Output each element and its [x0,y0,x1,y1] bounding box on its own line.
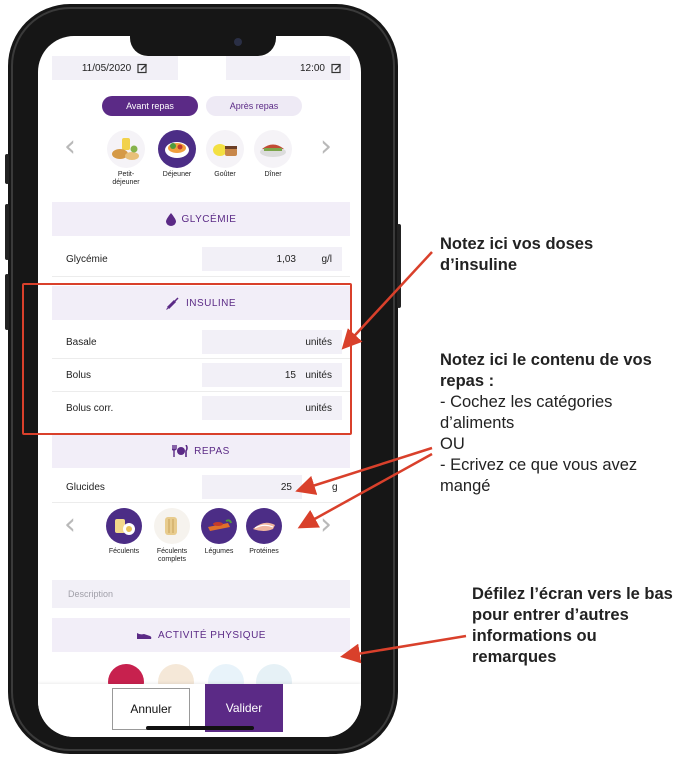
description-input[interactable]: Description [52,580,350,608]
glycemia-section-header: GLYCÉMIE [52,202,350,236]
cutlery-icon [172,445,188,457]
before-meal-tab[interactable]: Avant repas [102,96,198,116]
divider [52,502,350,503]
meal-lunch[interactable]: Déjeuner [155,130,199,179]
meal-section-header: REPAS [52,434,350,468]
meal-annotation-or: OU [440,435,465,453]
meal-label: Dîner [264,171,282,178]
meal-breakfast[interactable]: Petit- déjeuner [104,130,148,187]
date-value: 11/05/2020 [81,62,132,74]
home-indicator [146,726,254,730]
food-label: Protéines [249,548,279,555]
validate-button[interactable]: Valider [205,684,283,732]
glycemia-value: 1,03 [276,253,296,265]
food-label: Féculents [108,548,140,555]
chevron-right-icon[interactable]: › [320,132,332,162]
meal-label: Petit- déjeuner [112,171,140,186]
insulin-annotation: Notez ici vos doses d’insuline [440,235,594,274]
meal-annotation: Notez ici le contenu de vos repas : - Co… [440,350,678,497]
scroll-annotation: Défilez l’écran vers le bas pour entrer … [472,585,673,666]
lunch-icon [158,130,196,168]
food-starches[interactable]: Féculents [98,508,150,556]
time-value: 12:00 [299,62,325,74]
cancel-button[interactable]: Annuler [112,688,190,730]
glycemia-label: Glycémie [66,254,108,265]
meal-annotation-title: Notez ici le contenu de vos repas : [440,351,652,390]
volume-down-button [5,274,9,330]
volume-up-button [5,204,9,260]
dinner-icon [254,130,292,168]
food-label: Féculents complets [156,548,188,563]
glycemia-input[interactable]: 1,03 g/l [202,247,342,271]
meal-annotation-line1: - Cochez les catégories d’aliments [440,393,613,432]
meal-dinner[interactable]: Dîner [251,130,295,179]
mute-switch [5,154,9,184]
camera-icon [234,38,242,46]
insulin-highlight-box [22,283,352,435]
carbs-unit: g [332,482,338,493]
food-whole-starches[interactable]: Féculents complets [146,508,198,564]
edit-icon [331,63,341,73]
meal-label: Goûter [214,171,236,178]
time-field[interactable]: 12:00 [226,56,350,80]
glycemia-unit: g/l [321,253,332,265]
chevron-right-icon[interactable]: › [320,510,332,540]
shoe-icon [137,632,152,639]
glycemia-title: GLYCÉMIE [181,213,237,225]
power-button [397,224,401,308]
meal-snack[interactable]: Goûter [203,130,247,179]
edit-icon [137,63,148,73]
activity-section-header: ACTIVITÉ PHYSIQUE [52,618,350,652]
food-proteins[interactable]: Protéines [238,508,290,556]
meal-label: Déjeuner [162,171,192,178]
carbs-value: 25 [280,481,292,493]
breakfast-icon [107,130,145,168]
carbs-label: Glucides [66,482,105,493]
phone-notch [130,26,276,56]
activity-title: ACTIVITÉ PHYSIQUE [158,629,266,641]
meal-annotation-line2: - Ecrivez ce que vous avez mangé [440,456,638,495]
chevron-left-icon[interactable]: ‹ [64,510,76,540]
date-field[interactable]: 11/05/2020 [52,56,178,80]
carbs-input[interactable]: 25 [202,475,302,499]
vegetables-icon [201,508,237,544]
starches-icon [106,508,142,544]
snack-icon [206,130,244,168]
whole-starches-icon [154,508,190,544]
divider [52,276,350,277]
meal-title: REPAS [194,445,230,457]
after-meal-tab[interactable]: Après repas [206,96,302,116]
drop-icon [165,212,176,226]
chevron-left-icon[interactable]: ‹ [64,132,76,162]
proteins-icon [246,508,282,544]
